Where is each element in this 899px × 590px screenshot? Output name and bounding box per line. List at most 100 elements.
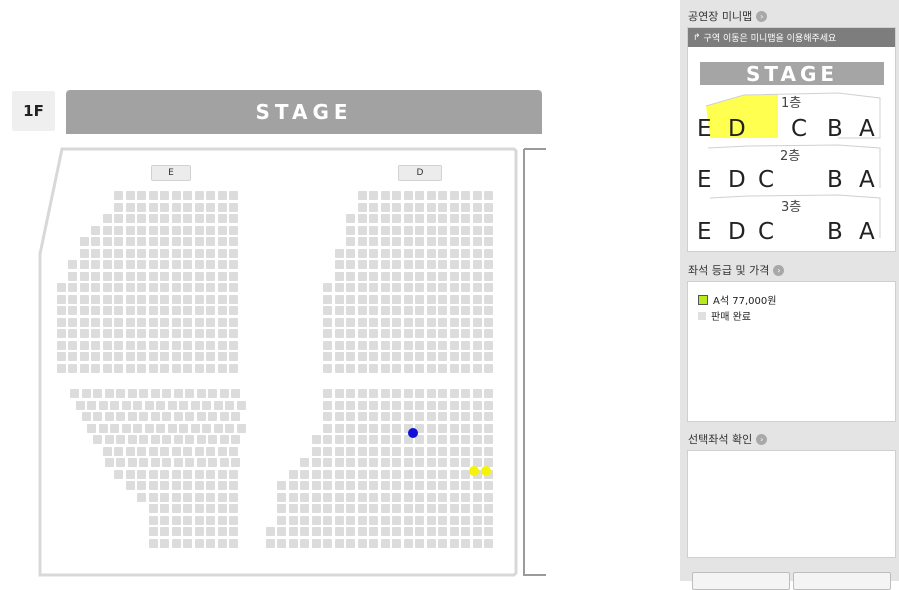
- seat: [415, 504, 424, 513]
- seat: [116, 412, 126, 421]
- seat: [415, 538, 424, 548]
- minimap-zone-3f-b[interactable]: B: [827, 221, 843, 244]
- seat: [194, 306, 204, 315]
- minimap-zone-2f-c[interactable]: C: [758, 169, 774, 192]
- seat: [311, 527, 321, 536]
- seat: [438, 340, 447, 350]
- seat: [229, 329, 238, 338]
- seat: [334, 248, 344, 258]
- seat: [185, 412, 195, 421]
- seat: [68, 283, 77, 292]
- seat: [194, 469, 204, 479]
- seat: [217, 271, 227, 281]
- seat-selected[interactable]: [408, 428, 418, 438]
- minimap-zone-3f-c[interactable]: C: [758, 221, 774, 244]
- seat: [171, 329, 181, 338]
- seat: [160, 352, 169, 361]
- seat: [102, 260, 112, 269]
- seat: [323, 446, 332, 456]
- seat: [426, 435, 436, 444]
- minimap-zone-2f-d[interactable]: D: [728, 169, 746, 192]
- minimap-zone-2f-e[interactable]: E: [697, 169, 712, 192]
- seat-available[interactable]: [481, 466, 491, 476]
- minimap-zone-1f-c[interactable]: C: [791, 118, 807, 141]
- seat: [194, 202, 204, 212]
- seat: [392, 492, 401, 502]
- seat: [217, 248, 227, 258]
- seat: [369, 237, 378, 246]
- seat: [231, 389, 240, 398]
- arrow-circle-icon: ›: [756, 433, 768, 445]
- minimap-zone-1f-e[interactable]: E: [697, 118, 712, 141]
- seat: [392, 400, 401, 410]
- seat: [369, 283, 378, 292]
- seat: [334, 389, 344, 398]
- seat: [484, 412, 493, 421]
- seat: [461, 412, 470, 421]
- seat: [56, 306, 66, 315]
- minimap-zone-3f-e[interactable]: E: [697, 221, 712, 244]
- seat: [323, 352, 332, 361]
- seat: [171, 237, 181, 246]
- seat: [148, 283, 158, 292]
- seat: [369, 271, 378, 281]
- minimap-zone-1f-a[interactable]: A: [859, 118, 875, 141]
- seat: [98, 400, 108, 410]
- seat: [426, 260, 436, 269]
- seat: [133, 423, 143, 433]
- seat-available[interactable]: [469, 466, 479, 476]
- seat: [206, 191, 215, 200]
- seat: [369, 446, 378, 456]
- seat: [438, 294, 447, 304]
- minimap-zone-2f-a[interactable]: A: [859, 169, 875, 192]
- seat: [171, 202, 181, 212]
- minimap-zone-1f-b[interactable]: B: [827, 118, 843, 141]
- seat: [137, 492, 146, 502]
- seat: [472, 538, 482, 548]
- seat: [415, 492, 424, 502]
- minimap[interactable]: ↱ 구역 이동은 미니맵을 이용해주세요 STAGE 1층 E D C B A …: [687, 27, 896, 252]
- minimap-zone-3f-d[interactable]: D: [728, 221, 746, 244]
- seat: [156, 400, 166, 410]
- seat: [426, 458, 436, 467]
- seat: [334, 538, 344, 548]
- seat: [380, 363, 390, 373]
- seat: [369, 363, 378, 373]
- seat: [346, 260, 355, 269]
- seat: [167, 423, 177, 433]
- seat: [438, 469, 447, 479]
- seat: [79, 306, 89, 315]
- seat: [183, 446, 192, 456]
- seat: [392, 538, 401, 548]
- bottom-button-right[interactable]: [793, 572, 891, 590]
- seat: [357, 317, 367, 327]
- seat: [472, 340, 482, 350]
- seat: [426, 515, 436, 525]
- seat: [472, 389, 482, 398]
- bottom-button-left[interactable]: [692, 572, 790, 590]
- seat: [183, 283, 192, 292]
- seat: [449, 458, 459, 467]
- seat: [127, 412, 137, 421]
- minimap-zone-2f-b[interactable]: B: [827, 169, 843, 192]
- seat: [160, 515, 169, 525]
- seat: [125, 340, 135, 350]
- seat: [438, 317, 447, 327]
- seat: [461, 306, 470, 315]
- seat: [438, 306, 447, 315]
- seat: [300, 492, 309, 502]
- minimap-zone-3f-a[interactable]: A: [859, 221, 875, 244]
- seat: [148, 237, 158, 246]
- minimap-zone-1f-d[interactable]: D: [728, 118, 746, 141]
- seat: [403, 538, 413, 548]
- seat: [121, 423, 131, 433]
- seat: [206, 306, 215, 315]
- seat: [225, 423, 235, 433]
- seat: [114, 191, 123, 200]
- seat: [68, 363, 77, 373]
- seat: [311, 538, 321, 548]
- seat: [148, 202, 158, 212]
- seat: [323, 435, 332, 444]
- seat: [472, 214, 482, 223]
- seat: [334, 469, 344, 479]
